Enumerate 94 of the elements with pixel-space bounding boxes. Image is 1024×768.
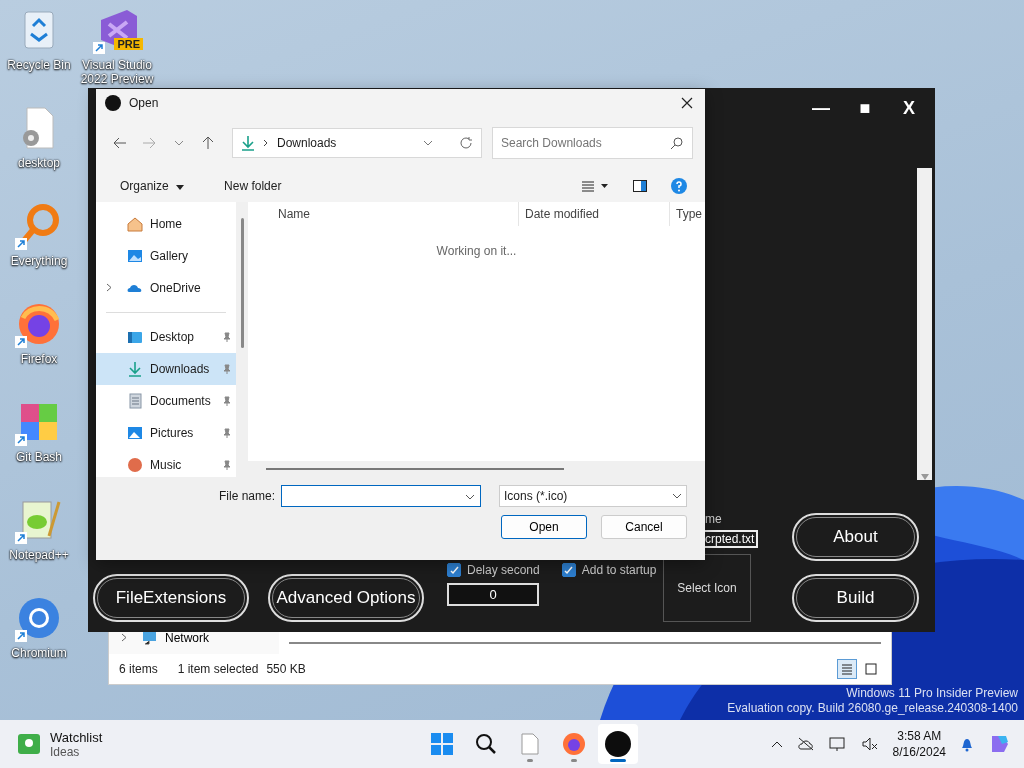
app-logo-icon [105, 95, 121, 111]
chevron-icon[interactable] [121, 633, 127, 642]
chevron-down-icon[interactable] [173, 140, 184, 146]
file-type-dropdown[interactable]: Icons (*.ico) [499, 485, 687, 507]
bell-icon[interactable] [960, 736, 974, 752]
file-name-field[interactable] [281, 485, 481, 507]
item-count: 6 items [119, 662, 158, 676]
checkbox-label: Delay second [467, 563, 540, 577]
firefox-icon [562, 732, 586, 756]
refresh-icon[interactable] [459, 136, 473, 150]
address-text: Downloads [277, 136, 337, 150]
caret-icon [176, 184, 185, 190]
delay-field[interactable]: 0 [447, 583, 539, 606]
pin-icon [222, 364, 232, 374]
dropdown-icon[interactable] [423, 140, 433, 146]
music-icon [126, 456, 144, 474]
pin-icon [222, 332, 232, 342]
network-computer-icon [141, 630, 159, 646]
chevron-down-icon[interactable] [465, 494, 475, 500]
sidebar-item[interactable]: Downloads [96, 353, 236, 385]
back-arrow-icon[interactable] [112, 137, 127, 149]
pin-icon [222, 396, 232, 406]
cloud-off-icon[interactable] [796, 737, 815, 751]
dialog-button[interactable]: Open [501, 515, 587, 539]
windows-logo-icon [431, 733, 453, 755]
column-header[interactable]: Name [248, 202, 519, 226]
column-header[interactable]: Type [670, 202, 702, 226]
clock-date[interactable]: 8/16/2024 [892, 744, 946, 760]
document-icon [521, 733, 539, 755]
preview-pane-icon[interactable] [633, 179, 647, 192]
maximize-button[interactable]: ■ [853, 97, 877, 119]
about-button[interactable]: About [792, 513, 919, 561]
name-label: me [705, 512, 722, 526]
sidebar-item[interactable]: Documents [96, 385, 236, 417]
organize-menu-button[interactable]: Organize [114, 177, 191, 194]
tiles-view-icon [865, 663, 877, 675]
address-bar[interactable]: Downloads [232, 128, 482, 158]
sidebar-item[interactable]: Network [165, 631, 209, 645]
pin-icon [222, 460, 232, 470]
sidebar-item[interactable]: Pictures [96, 417, 236, 449]
checkbox-label: Add to startup [581, 563, 657, 577]
download-icon [241, 135, 255, 151]
downloads-icon [126, 360, 144, 378]
documents-icon [126, 392, 144, 410]
sidebar-item[interactable]: Gallery [96, 240, 236, 272]
minimize-button[interactable]: — [809, 97, 833, 119]
widget-icon[interactable] [18, 734, 40, 754]
dialog-title: Open [129, 96, 159, 110]
selection-status: 1 item selected [177, 662, 259, 676]
sidebar-item[interactable]: Desktop [96, 321, 236, 353]
taskbar-app-button[interactable] [598, 724, 638, 764]
display-icon[interactable] [828, 736, 847, 752]
system-watermark-text: Windows 11 Pro Insider Preview [845, 686, 1018, 701]
down-arrow-icon[interactable] [920, 474, 929, 480]
close-icon[interactable] [681, 97, 693, 109]
gallery-icon [126, 247, 144, 265]
sidebar-item[interactable]: OneDrive [96, 272, 236, 304]
app-logo-icon [605, 731, 631, 757]
help-icon[interactable] [671, 177, 687, 194]
chevron-up-icon[interactable] [770, 740, 783, 748]
scrollbar[interactable] [289, 642, 881, 644]
details-view-button[interactable] [837, 659, 857, 679]
chevron-icon [263, 139, 269, 147]
selection-size: 550 KB [266, 662, 306, 676]
scrollbar[interactable] [917, 168, 932, 480]
widget-subtitle: Ideas [50, 744, 81, 759]
sidebar-item[interactable]: Music [96, 449, 236, 477]
chevron-icon[interactable] [106, 283, 112, 292]
checkbox[interactable] [561, 563, 576, 577]
loading-message: Working on it... [435, 244, 518, 258]
speaker-muted-icon[interactable] [860, 736, 879, 752]
home-icon [126, 215, 144, 233]
close-button[interactable]: X [897, 97, 921, 119]
sidebar-item[interactable]: Home [96, 208, 236, 240]
pin-icon [222, 428, 232, 438]
up-arrow-icon[interactable] [202, 136, 215, 150]
checkbox[interactable] [447, 563, 461, 577]
clock-time[interactable]: 3:58 AM [892, 728, 946, 744]
file-extensions-button[interactable]: FileExtensions [93, 574, 249, 622]
search-field[interactable]: Search Downloads [492, 127, 693, 159]
pictures-icon [126, 424, 144, 442]
advanced-button[interactable]: Advanced Options [268, 574, 424, 622]
column-header[interactable]: Date modified [519, 202, 670, 226]
build-button[interactable]: Build [792, 574, 919, 622]
widget-title[interactable]: Watchlist [50, 729, 103, 745]
search-icon [475, 733, 497, 755]
details-view-icon [841, 663, 853, 675]
view-menu-icon[interactable] [581, 179, 609, 192]
chevron-down-icon[interactable] [672, 493, 682, 499]
dialog-button[interactable]: Cancel [601, 515, 687, 539]
system-watermark-text: Evaluation copy. Build 26080.ge_release.240308-1400 [727, 701, 1018, 716]
new-folder-button[interactable]: New folder [218, 177, 288, 194]
search-icon[interactable] [670, 137, 683, 150]
file-name-label: File name: [218, 489, 275, 503]
